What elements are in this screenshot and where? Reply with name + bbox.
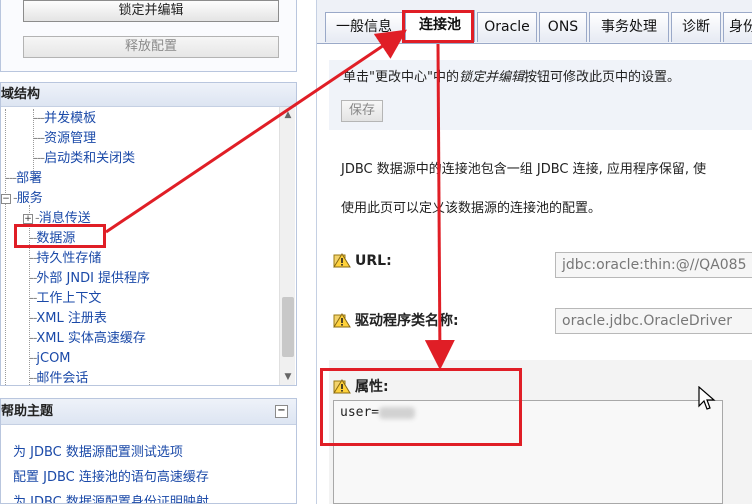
scroll-down-icon[interactable]: ▼ bbox=[280, 369, 296, 385]
lock-edit-emphasis: 锁定并编辑 bbox=[458, 70, 524, 85]
tree-item-work-contexts[interactable]: --工作上下文 bbox=[29, 289, 101, 309]
tree-item-concurrent-templates[interactable]: ---并发模板 bbox=[33, 109, 96, 129]
scroll-up-icon[interactable]: ▲ bbox=[280, 107, 296, 123]
tab-oracle[interactable]: Oracle bbox=[477, 12, 537, 42]
tab-ons[interactable]: ONS bbox=[539, 12, 587, 42]
tree-item-resource-management[interactable]: ---资源管理 bbox=[33, 129, 96, 149]
tree-item-persistent-stores[interactable]: --持久性存储 bbox=[29, 249, 101, 269]
description-line: 使用此页可以定义该数据源的连接池的配置。 bbox=[341, 201, 602, 216]
collapse-icon[interactable]: − bbox=[1, 193, 11, 204]
highlight-properties bbox=[320, 368, 522, 446]
tree-connector bbox=[5, 109, 6, 385]
help-link[interactable]: 配置 JDBC 连接池的语句高速缓存 bbox=[13, 466, 209, 485]
help-link[interactable]: 为 JDBC 数据源配置身份证明映射 bbox=[13, 491, 209, 503]
tab-identity[interactable]: 身份 bbox=[723, 12, 752, 42]
warning-icon bbox=[333, 253, 351, 268]
tree-scrollbar[interactable]: ▲ ▼ bbox=[279, 107, 295, 385]
tab-transaction[interactable]: 事务处理 bbox=[589, 12, 669, 42]
tree-item-startup-shutdown[interactable]: ---启动类和关闭类 bbox=[33, 149, 135, 169]
help-topics-title: 帮助主题 bbox=[1, 404, 54, 419]
tree-item-xml-registries[interactable]: --XML 注册表 bbox=[29, 309, 107, 329]
scroll-thumb[interactable] bbox=[282, 297, 294, 357]
tree-item-services[interactable]: − -服务 bbox=[1, 189, 43, 209]
warning-icon bbox=[333, 313, 351, 328]
tab-general[interactable]: 一般信息 bbox=[325, 12, 403, 42]
driver-class-label: 驱动程序类名称: bbox=[333, 310, 459, 330]
change-center-panel: 锁定并编辑 释放配置 bbox=[0, 0, 297, 72]
tree-item-mail-sessions[interactable]: --邮件会话 bbox=[29, 369, 88, 385]
tree-item-jcom[interactable]: --jCOM bbox=[29, 349, 71, 369]
help-link[interactable]: 为 JDBC 数据源配置测试选项 bbox=[13, 441, 183, 460]
url-input[interactable]: jdbc:oracle:thin:@//QA085 bbox=[555, 252, 752, 278]
release-config-button[interactable]: 释放配置 bbox=[23, 36, 279, 58]
tree-item-foreign-jndi[interactable]: --外部 JNDI 提供程序 bbox=[29, 269, 150, 289]
url-label: URL: bbox=[333, 252, 392, 269]
tab-diagnostics[interactable]: 诊断 bbox=[671, 12, 721, 42]
highlight-data-source bbox=[14, 224, 106, 248]
notice-text: 单击"更改中心"中的锁定并编辑按钮可修改此页中的设置。 bbox=[343, 70, 680, 85]
domain-structure-title: 域结构 bbox=[1, 83, 296, 107]
lock-and-edit-button[interactable]: 锁定并编辑 bbox=[23, 0, 279, 22]
save-button[interactable]: 保存 bbox=[341, 100, 383, 122]
help-topics-header: 帮助主题 − bbox=[1, 399, 296, 425]
tab-bar: 一般信息 连接池 Oracle ONS 事务处理 诊断 身份 bbox=[317, 0, 752, 44]
mouse-cursor-icon bbox=[698, 386, 716, 410]
minimize-icon[interactable]: − bbox=[275, 405, 288, 418]
tree-item-xml-entity-caches[interactable]: --XML 实体高速缓存 bbox=[29, 329, 146, 349]
driver-class-input[interactable]: oracle.jdbc.OracleDriver bbox=[555, 308, 752, 334]
lock-notice: 单击"更改中心"中的锁定并编辑按钮可修改此页中的设置。 保存 bbox=[329, 60, 752, 130]
tree-item-deployments[interactable]: ---部署 bbox=[5, 169, 42, 189]
expand-icon[interactable]: + bbox=[23, 213, 33, 224]
highlight-connection-pool-tab bbox=[402, 10, 474, 43]
help-topics-panel: 帮助主题 − 为 JDBC 数据源配置测试选项 配置 JDBC 连接池的语句高速… bbox=[0, 398, 297, 504]
description-line: JDBC 数据源中的连接池包含一组 JDBC 连接, 应用程序保留, 使 bbox=[341, 162, 707, 177]
